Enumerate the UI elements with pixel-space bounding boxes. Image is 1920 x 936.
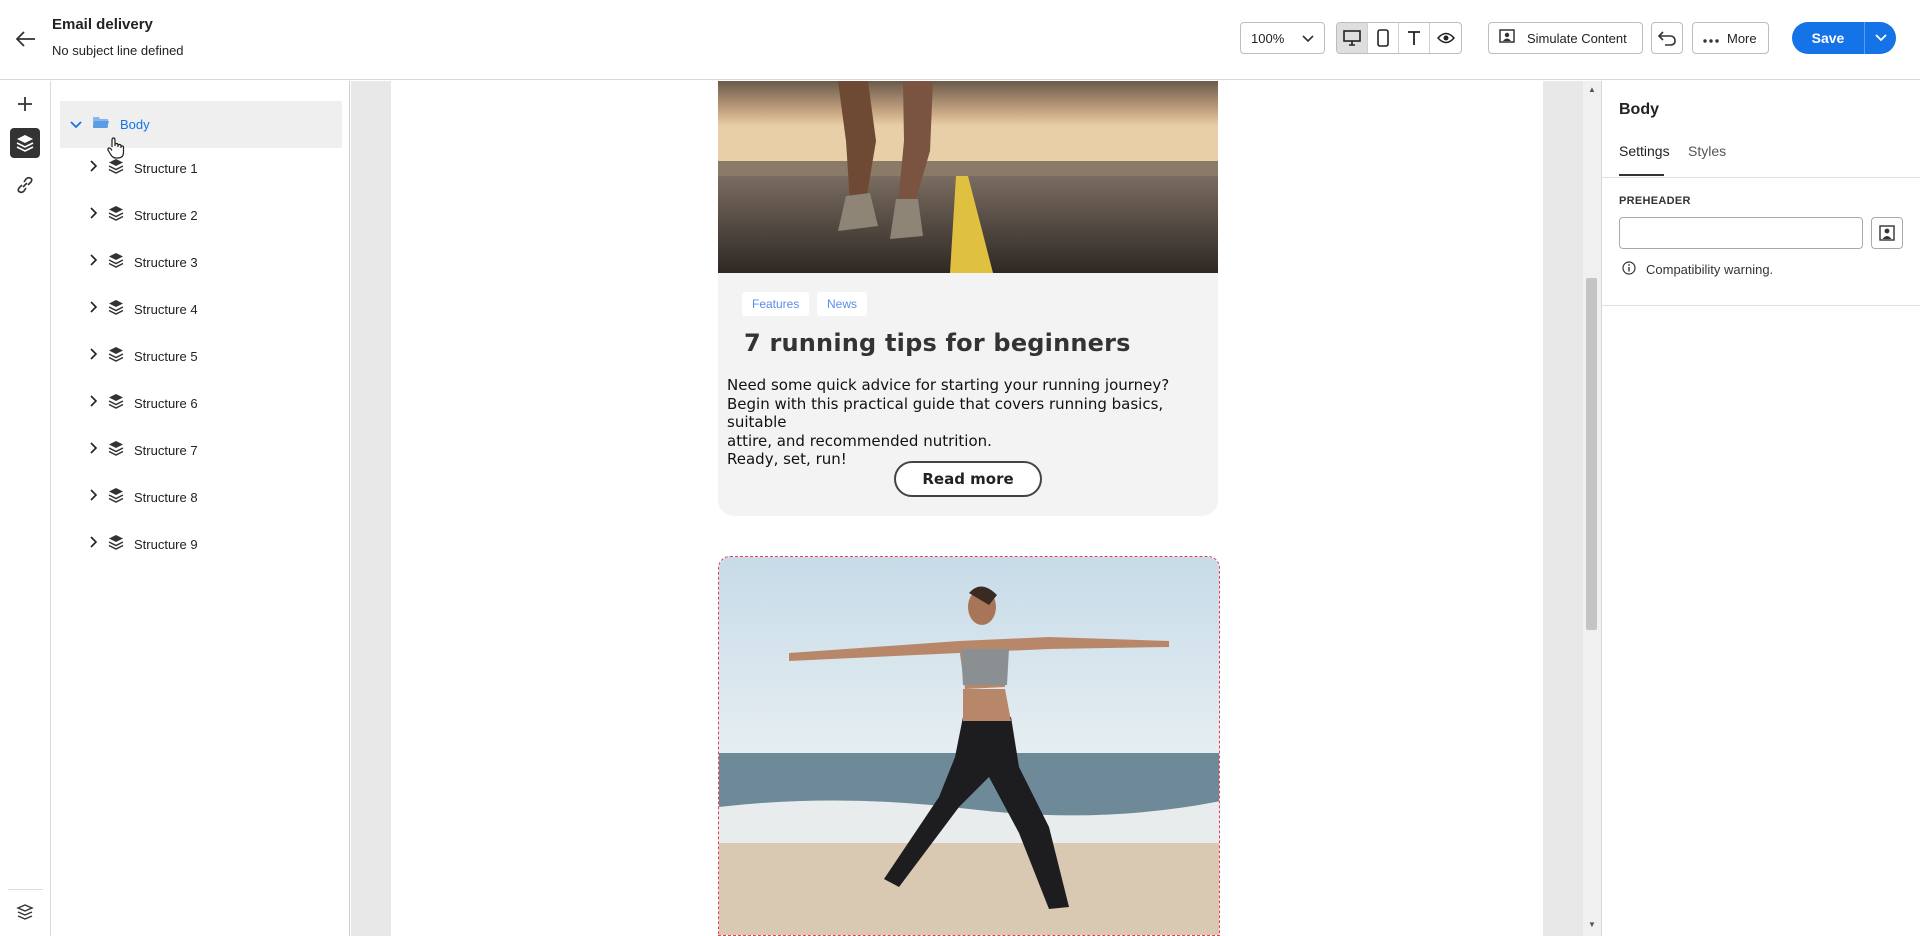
structure-layers-icon xyxy=(108,252,124,273)
tab-styles[interactable]: Styles xyxy=(1688,143,1726,159)
layers-icon[interactable] xyxy=(10,128,40,158)
chevron-right-icon[interactable] xyxy=(90,347,98,365)
chevron-right-icon[interactable] xyxy=(90,159,98,177)
layers-settings-icon[interactable] xyxy=(10,897,40,927)
add-icon[interactable] xyxy=(10,89,40,119)
tag-news[interactable]: News xyxy=(817,292,868,316)
layers-panel: Body Structure 1 Structure 2 Structure 3… xyxy=(52,81,350,936)
zoom-select[interactable]: 100% xyxy=(1240,22,1325,54)
structure-layers-icon xyxy=(108,299,124,320)
layer-body[interactable]: Body xyxy=(60,101,342,148)
article-body[interactable]: Need some quick advice for starting your… xyxy=(727,376,1217,469)
folder-open-icon xyxy=(92,115,110,134)
layer-structure-5[interactable]: Structure 5 xyxy=(90,341,198,371)
chevron-right-icon[interactable] xyxy=(90,394,98,412)
simulate-content-button[interactable]: Simulate Content xyxy=(1488,22,1643,54)
zoom-value: 100% xyxy=(1251,30,1285,46)
properties-panel: Body Settings Styles PREHEADER Compatibi… xyxy=(1601,81,1920,936)
preheader-label: PREHEADER xyxy=(1619,195,1691,207)
article-line: attire, and recommended nutrition. xyxy=(727,431,992,450)
header: Email delivery No subject line defined 1… xyxy=(0,0,1920,80)
layer-label: Structure 3 xyxy=(134,254,198,270)
article-line: Begin with this practical guide that cov… xyxy=(727,394,1164,432)
chevron-down-icon xyxy=(1302,31,1314,46)
page-title: Email delivery xyxy=(52,16,153,33)
more-button[interactable]: More xyxy=(1692,22,1769,54)
info-icon xyxy=(1622,261,1636,278)
chevron-right-icon[interactable] xyxy=(90,535,98,553)
structure-layers-icon xyxy=(108,534,124,555)
tag-features[interactable]: Features xyxy=(742,292,810,316)
undo-icon[interactable] xyxy=(1651,22,1683,54)
desktop-view-icon[interactable] xyxy=(1337,23,1368,53)
back-arrow-icon[interactable] xyxy=(14,27,38,51)
layer-label: Structure 6 xyxy=(134,395,198,411)
structure-layers-icon xyxy=(108,487,124,508)
article-title[interactable]: 7 running tips for beginners xyxy=(744,329,1131,357)
simulate-icon xyxy=(1499,28,1517,48)
properties-divider xyxy=(1602,305,1920,306)
chevron-down-icon[interactable] xyxy=(70,116,82,134)
tab-divider xyxy=(1602,177,1920,178)
chevron-right-icon[interactable] xyxy=(90,300,98,318)
text-view-icon[interactable] xyxy=(1399,23,1430,53)
structure-layers-icon xyxy=(108,346,124,367)
page-subtitle: No subject line defined xyxy=(52,43,184,58)
chevron-right-icon[interactable] xyxy=(90,488,98,506)
chevron-right-icon[interactable] xyxy=(90,441,98,459)
layer-structure-9[interactable]: Structure 9 xyxy=(90,529,198,559)
yoga-image-block[interactable] xyxy=(718,556,1220,936)
structure-layers-icon xyxy=(108,440,124,461)
simulate-label: Simulate Content xyxy=(1527,30,1627,46)
layer-label: Structure 5 xyxy=(134,348,198,364)
mobile-view-icon[interactable] xyxy=(1368,23,1399,53)
read-more-button[interactable]: Read more xyxy=(894,461,1042,497)
layer-body-label: Body xyxy=(120,117,150,132)
scroll-down-icon[interactable]: ▼ xyxy=(1587,920,1597,930)
save-dropdown-chevron-icon[interactable] xyxy=(1864,22,1896,54)
layer-label: Structure 7 xyxy=(134,442,198,458)
layer-structure-7[interactable]: Structure 7 xyxy=(90,435,198,465)
chevron-right-icon[interactable] xyxy=(90,253,98,271)
preheader-input[interactable] xyxy=(1619,217,1863,249)
layer-structure-3[interactable]: Structure 3 xyxy=(90,247,198,277)
running-hero-image[interactable] xyxy=(718,81,1218,273)
left-rail xyxy=(0,81,51,936)
article-line: Need some quick advice for starting your… xyxy=(727,376,1170,394)
save-group: Save xyxy=(1792,22,1896,54)
layer-label: Structure 4 xyxy=(134,301,198,317)
structure-layers-icon xyxy=(108,393,124,414)
layer-structure-2[interactable]: Structure 2 xyxy=(90,200,198,230)
layer-label: Structure 2 xyxy=(134,207,198,223)
yoga-image xyxy=(719,557,1219,935)
personalization-icon[interactable] xyxy=(1871,217,1903,249)
link-icon[interactable] xyxy=(10,170,40,200)
compatibility-warning: Compatibility warning. xyxy=(1622,261,1773,278)
scroll-thumb[interactable] xyxy=(1586,278,1597,630)
layer-structure-4[interactable]: Structure 4 xyxy=(90,294,198,324)
warning-text: Compatibility warning. xyxy=(1646,262,1774,277)
active-tab-indicator xyxy=(1619,174,1664,176)
scroll-up-icon[interactable]: ▲ xyxy=(1587,85,1597,95)
hand-cursor-icon xyxy=(107,137,125,164)
layer-structure-8[interactable]: Structure 8 xyxy=(90,482,198,512)
save-button[interactable]: Save xyxy=(1792,22,1864,54)
layer-structure-6[interactable]: Structure 6 xyxy=(90,388,198,418)
chevron-right-icon[interactable] xyxy=(90,206,98,224)
more-label: More xyxy=(1727,30,1757,46)
title-block: Email delivery No subject line defined xyxy=(52,16,184,58)
structure-layers-icon xyxy=(108,205,124,226)
properties-title: Body xyxy=(1619,101,1659,118)
more-dots-icon xyxy=(1703,31,1719,46)
layer-label: Structure 8 xyxy=(134,489,198,505)
preview-eye-icon[interactable] xyxy=(1430,23,1461,53)
article-card[interactable]: Features News 7 running tips for beginne… xyxy=(718,81,1218,516)
view-mode-group xyxy=(1336,22,1462,54)
rail-divider xyxy=(8,889,43,890)
layer-label: Structure 9 xyxy=(134,536,198,552)
tab-settings[interactable]: Settings xyxy=(1619,143,1670,159)
layer-label: Structure 1 xyxy=(134,160,198,176)
